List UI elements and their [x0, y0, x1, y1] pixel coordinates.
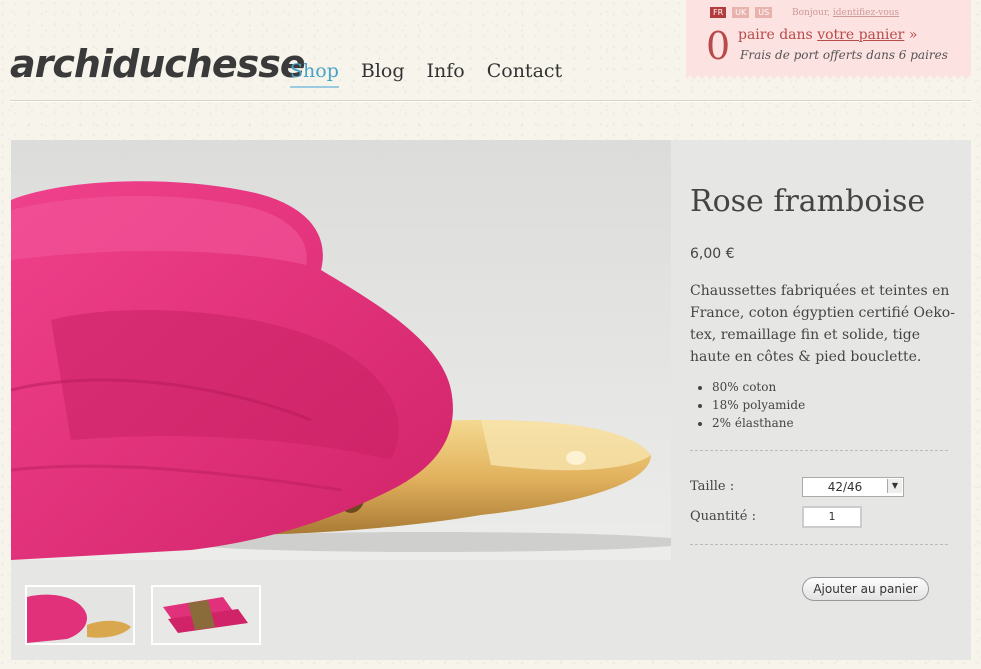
cart-zigzag-edge — [686, 74, 971, 80]
site-logo[interactable]: archiduchesse — [10, 42, 306, 86]
product-price: 6,00 € — [690, 246, 735, 262]
product-photo — [11, 140, 671, 560]
cart-summary: paire dans votre panier » — [738, 27, 917, 43]
login-link[interactable]: identifiez-vous — [833, 8, 899, 18]
thumbnail-2[interactable] — [151, 585, 261, 645]
product-description: Chaussettes fabriquées et teintes en Fra… — [690, 283, 955, 365]
divider — [690, 450, 948, 451]
nav-shop[interactable]: Shop — [290, 60, 339, 88]
size-label: Taille : — [690, 479, 735, 494]
product-title: Rose framboise — [690, 184, 926, 219]
cart-panel: FR UK US Bonjour, identifiez-vous 0 pair… — [686, 0, 971, 74]
add-to-cart-button[interactable]: Ajouter au panier — [802, 577, 929, 601]
cart-count: 0 — [706, 24, 731, 68]
list-item: 18% polyamide — [712, 396, 805, 414]
list-item: 2% élasthane — [712, 414, 805, 432]
lang-us[interactable]: US — [755, 7, 773, 18]
main-nav: Shop Blog Info Contact — [290, 60, 562, 88]
cart-summary-text: paire dans — [738, 27, 813, 43]
divider — [690, 544, 948, 545]
composition-list: 80% coton 18% polyamide 2% élasthane — [690, 378, 805, 432]
header-divider — [10, 100, 971, 102]
language-switcher: FR UK US — [710, 7, 773, 18]
product-panel: Rose framboise 6,00 € Chaussettes fabriq… — [11, 140, 971, 660]
thumbnail-1[interactable] — [25, 585, 135, 645]
nav-blog[interactable]: Blog — [361, 60, 405, 88]
thumbnail-strip — [25, 585, 261, 645]
chevron-down-icon: ▼ — [887, 479, 902, 493]
nav-info[interactable]: Info — [427, 60, 465, 88]
lang-fr[interactable]: FR — [710, 7, 727, 18]
greeting-text: Bonjour, — [792, 8, 831, 18]
size-value: 42/46 — [827, 480, 863, 494]
quantity-field[interactable]: 1 — [802, 506, 862, 528]
lang-uk[interactable]: UK — [732, 7, 750, 18]
list-item: 80% coton — [712, 378, 805, 396]
nav-contact[interactable]: Contact — [487, 60, 562, 88]
greeting: Bonjour, identifiez-vous — [792, 8, 899, 18]
quantity-label: Quantité : — [690, 509, 756, 524]
cart-link[interactable]: votre panier — [817, 27, 904, 43]
cart-arrow: » — [908, 27, 918, 43]
size-select[interactable]: 42/46 ▼ — [802, 477, 904, 497]
shipping-note: Frais de port offerts dans 6 paires — [740, 48, 948, 62]
